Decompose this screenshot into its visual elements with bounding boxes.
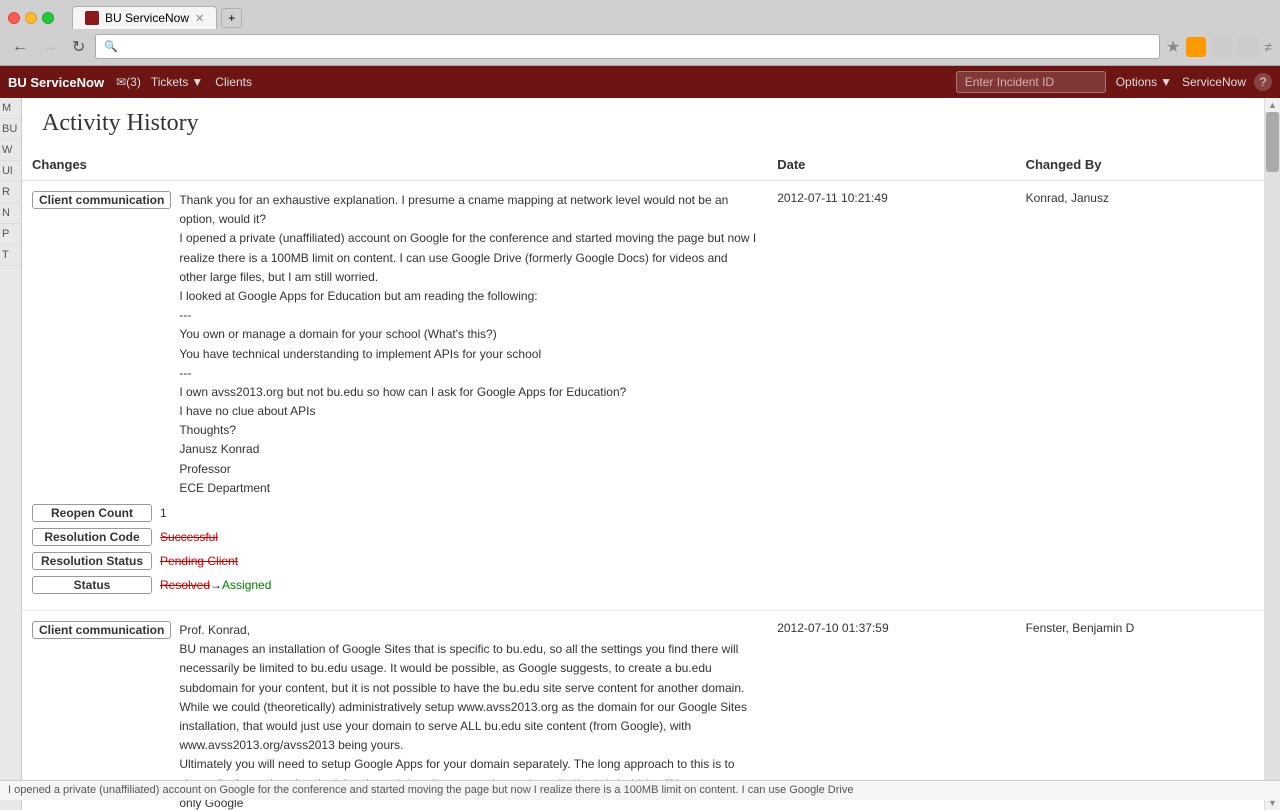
entry-changes-cell: Client communication Thank you for an exh… [22,181,767,611]
nav-servicenow: ServiceNow [1182,75,1246,89]
field-value: Pending Client [160,552,757,570]
traffic-lights [8,12,54,24]
nav-clients[interactable]: Clients [215,75,252,89]
col-header-date: Date [767,149,1015,181]
browser-chrome: BU ServiceNow ✕ + ← → ↻ 🔍 ★ ≠ [0,0,1280,66]
left-sidebar: M BU W Ul R N P T [0,98,22,810]
sidebar-item-m: M [0,98,21,119]
page-title: Activity History [22,98,1264,149]
change-item: Reopen Count 1 [32,504,757,522]
nav-tickets[interactable]: Tickets ▼ [151,75,203,89]
change-item: Resolution Status Pending Client [32,552,757,570]
scroll-track[interactable] [1265,112,1280,796]
nav-options[interactable]: Options ▼ [1116,75,1172,89]
back-button[interactable]: ← [8,36,32,58]
scroll-thumb[interactable] [1266,112,1279,172]
change-label: Client communication [32,191,171,209]
entry-changed-by-cell: Konrad, Janusz [1016,181,1264,611]
change-label: Resolution Status [32,552,152,570]
sidebar-item-ul: Ul [0,161,21,182]
chevron-down-icon: ▼ [1160,75,1172,89]
entry-date-cell: 2012-07-11 10:21:49 [767,181,1015,611]
col-header-changes: Changes [22,149,767,181]
search-icon: 🔍 [104,40,118,53]
sidebar-item-t: T [0,245,21,266]
content-area[interactable]: Activity History Changes Date Changed By… [22,98,1264,810]
url-input[interactable] [122,39,1151,54]
change-label: Client communication [32,621,171,639]
sidebar-item-w: W [0,140,21,161]
nav-mail[interactable]: ✉(3) [116,75,141,89]
address-bar[interactable]: 🔍 [95,34,1160,59]
expand-icon: ≠ [1264,39,1272,55]
tab-title: BU ServiceNow [105,11,189,25]
sidebar-item-bu: BU [0,119,21,140]
arrow-icon: → [210,578,222,592]
sidebar-item-n: N [0,203,21,224]
bookmark-icon[interactable]: ★ [1166,37,1180,57]
change-label: Resolution Code [32,528,152,546]
chevron-down-icon: ▼ [191,75,203,89]
history-table: Changes Date Changed By Client communica… [22,149,1264,810]
close-button[interactable] [8,12,20,24]
help-button[interactable]: ? [1254,73,1272,91]
app-navbar: BU ServiceNow ✉(3) Tickets ▼ Clients Opt… [0,66,1280,98]
toolbar-icons: ★ ≠ [1166,37,1272,57]
message-text: Thank you for an exhaustive explanation.… [179,191,757,498]
amazon-icon[interactable] [1186,37,1206,57]
sidebar-item-p: P [0,224,21,245]
reload-button[interactable]: ↻ [68,35,89,59]
toolbar-icon-2[interactable] [1238,37,1258,57]
browser-tab[interactable]: BU ServiceNow ✕ [72,6,217,29]
toolbar-icon-1[interactable] [1212,37,1232,57]
right-scrollbar[interactable]: ▲ ▼ [1264,98,1280,810]
tab-close-icon[interactable]: ✕ [195,12,204,25]
status-to: Assigned [222,578,271,592]
sidebar-item-r: R [0,182,21,203]
change-item: Client communication Thank you for an exh… [32,191,757,498]
change-item: Resolution Code Successful [32,528,757,546]
forward-button[interactable]: → [38,36,62,58]
field-value: Successful [160,528,757,546]
table-row: Client communication Thank you for an exh… [22,181,1264,611]
scroll-up-icon[interactable]: ▲ [1265,98,1280,112]
field-value: 1 [160,504,757,522]
change-item: Status Resolved → Assigned [32,576,757,594]
tab-favicon [85,11,99,25]
col-header-changed-by: Changed By [1016,149,1264,181]
status-bar: I opened a private (unaffiliated) accoun… [0,780,1280,800]
change-label: Reopen Count [32,504,152,522]
incident-id-input[interactable] [956,71,1106,93]
main-layout: M BU W Ul R N P T Activity History Chang… [0,98,1280,810]
new-tab-button[interactable]: + [221,8,242,28]
app-brand: BU ServiceNow [8,75,104,90]
change-label: Status [32,576,152,594]
maximize-button[interactable] [42,12,54,24]
minimize-button[interactable] [25,12,37,24]
status-from: Resolved [160,578,210,592]
